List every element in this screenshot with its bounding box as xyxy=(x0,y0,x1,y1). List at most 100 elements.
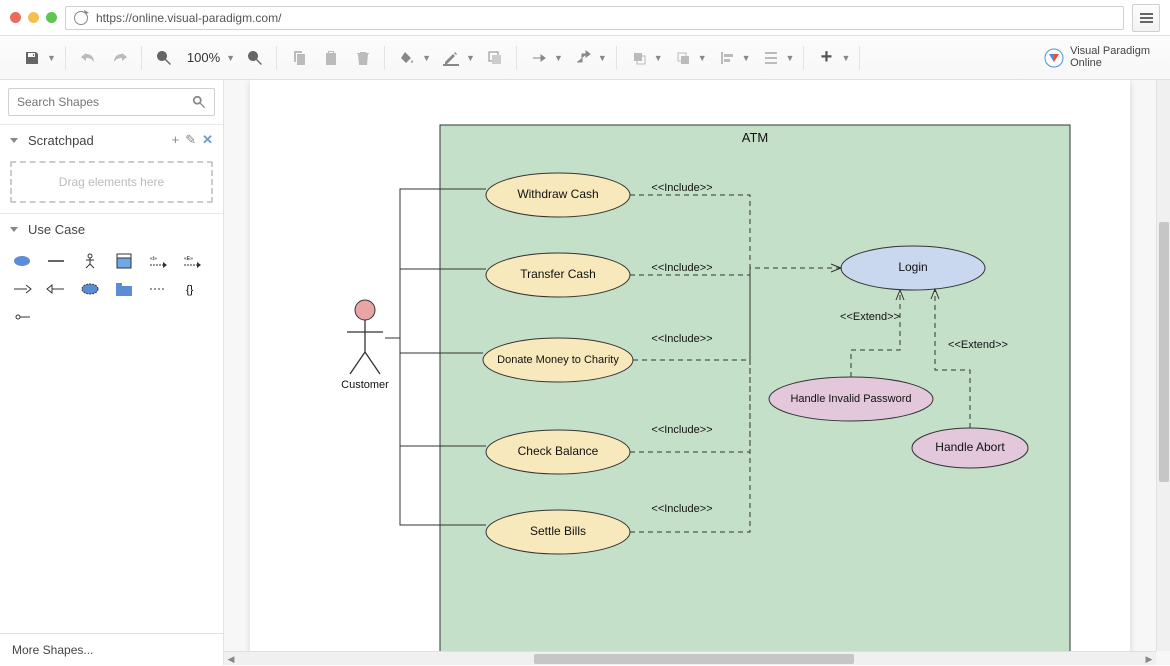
palette-dependency-shape[interactable] xyxy=(8,278,36,300)
brand-logo[interactable]: Visual ParadigmOnline xyxy=(1044,46,1160,69)
toolbar: ▼ 100% ▼ ▼ ▼ xyxy=(0,36,1170,80)
redo-button[interactable] xyxy=(108,46,132,70)
svg-text:«E»: «E» xyxy=(184,256,193,262)
scratchpad-close-icon[interactable]: ✕ xyxy=(202,132,213,148)
close-window[interactable] xyxy=(10,12,21,23)
drag-hint-text: Drag elements here xyxy=(59,175,164,189)
svg-text:Login: Login xyxy=(898,260,927,274)
align-dropdown[interactable]: ▼ xyxy=(742,53,751,63)
brand-subtitle: Online xyxy=(1070,58,1150,70)
svg-text:Donate Money to Charity: Donate Money to Charity xyxy=(497,354,619,366)
hamburger-menu[interactable] xyxy=(1132,4,1160,32)
zoom-dropdown[interactable]: ▼ xyxy=(226,53,235,63)
palette-collab-shape[interactable] xyxy=(76,278,104,300)
palette-include-shape[interactable]: «I» xyxy=(144,250,172,272)
chevron-down-icon xyxy=(10,138,18,143)
scratchpad-label: Scratchpad xyxy=(28,133,94,148)
save-dropdown[interactable]: ▼ xyxy=(47,53,56,63)
usecase-transfer[interactable]: Transfer Cash xyxy=(486,253,630,297)
diagram-page[interactable]: ATM Customer Withdraw Cash xyxy=(250,80,1130,665)
svg-text:Handle Invalid Password: Handle Invalid Password xyxy=(790,393,911,405)
url-bar[interactable]: https://online.visual-paradigm.com/ xyxy=(65,6,1124,30)
zoom-in-button[interactable] xyxy=(243,46,267,70)
palette-system-shape[interactable] xyxy=(110,250,138,272)
search-input[interactable] xyxy=(17,95,192,109)
usecase-withdraw[interactable]: Withdraw Cash xyxy=(486,173,630,217)
use-case-diagram: ATM Customer Withdraw Cash xyxy=(250,80,1130,665)
scratchpad-header[interactable]: Scratchpad + ✎ ✕ xyxy=(0,125,223,155)
svg-text:<<Include>>: <<Include>> xyxy=(651,424,712,436)
palette-extend-shape[interactable]: «E» xyxy=(178,250,206,272)
palette-package-shape[interactable] xyxy=(110,278,138,300)
distribute-dropdown[interactable]: ▼ xyxy=(786,53,795,63)
palette-constraint-shape[interactable]: {} xyxy=(178,278,206,300)
align-button[interactable] xyxy=(715,46,739,70)
scratchpad-add-icon[interactable]: + xyxy=(172,132,180,148)
palette-actor-shape[interactable] xyxy=(76,250,104,272)
back-dropdown[interactable]: ▼ xyxy=(698,53,707,63)
horizontal-scroll-thumb[interactable] xyxy=(534,654,854,664)
distribute-button[interactable] xyxy=(759,46,783,70)
palette-line-shape[interactable] xyxy=(42,250,70,272)
vertical-scrollbar[interactable] xyxy=(1156,80,1170,651)
front-dropdown[interactable]: ▼ xyxy=(654,53,663,63)
waypoint-dropdown[interactable]: ▼ xyxy=(598,53,607,63)
scratchpad-edit-icon[interactable]: ✎ xyxy=(185,132,196,148)
to-front-button[interactable] xyxy=(627,46,651,70)
undo-button[interactable] xyxy=(76,46,100,70)
search-shapes-box[interactable] xyxy=(8,88,215,116)
more-shapes-button[interactable]: More Shapes... xyxy=(0,633,223,665)
fill-dropdown[interactable]: ▼ xyxy=(422,53,431,63)
window-controls xyxy=(10,12,57,23)
add-dropdown[interactable]: ▼ xyxy=(841,53,850,63)
url-text: https://online.visual-paradigm.com/ xyxy=(96,11,281,25)
copy-button[interactable] xyxy=(287,46,311,70)
line-dropdown[interactable]: ▼ xyxy=(466,53,475,63)
scroll-right-icon[interactable]: ▶ xyxy=(1142,652,1156,666)
line-color-button[interactable] xyxy=(439,46,463,70)
usecase-login[interactable]: Login xyxy=(841,246,985,290)
usecase-donate[interactable]: Donate Money to Charity xyxy=(483,338,633,382)
zoom-out-button[interactable] xyxy=(152,46,176,70)
palette-ellipse-shape[interactable] xyxy=(8,250,36,272)
scroll-left-icon[interactable]: ◀ xyxy=(224,652,238,666)
add-button[interactable]: + xyxy=(814,46,838,70)
usecase-section-header[interactable]: Use Case xyxy=(0,214,223,244)
maximize-window[interactable] xyxy=(46,12,57,23)
brand-name: Visual Paradigm xyxy=(1070,46,1150,58)
palette-anchor-shape[interactable] xyxy=(8,306,36,328)
connector-style-button[interactable] xyxy=(527,46,551,70)
canvas-area[interactable]: ATM Customer Withdraw Cash xyxy=(224,80,1170,665)
palette-generalization-shape[interactable] xyxy=(42,278,70,300)
sidebar: Scratchpad + ✎ ✕ Drag elements here Use … xyxy=(0,80,224,665)
paste-button[interactable] xyxy=(319,46,343,70)
shadow-button[interactable] xyxy=(483,46,507,70)
svg-text:Withdraw Cash: Withdraw Cash xyxy=(517,187,598,201)
fill-color-button[interactable] xyxy=(395,46,419,70)
chevron-down-icon xyxy=(10,227,18,232)
svg-text:Settle Bills: Settle Bills xyxy=(530,524,586,538)
zoom-level[interactable]: 100% xyxy=(184,50,223,65)
horizontal-scrollbar[interactable]: ◀ ▶ xyxy=(224,651,1156,665)
vertical-scroll-thumb[interactable] xyxy=(1159,222,1169,482)
system-title: ATM xyxy=(742,130,768,145)
reload-icon[interactable] xyxy=(74,11,88,25)
usecase-balance[interactable]: Check Balance xyxy=(486,430,630,474)
svg-text:Check Balance: Check Balance xyxy=(518,444,599,458)
usecase-section-label: Use Case xyxy=(28,222,85,237)
to-back-button[interactable] xyxy=(671,46,695,70)
scratchpad-dropzone[interactable]: Drag elements here xyxy=(10,161,213,203)
palette-dashline-shape[interactable] xyxy=(144,278,172,300)
svg-text:<<Extend>>: <<Extend>> xyxy=(948,339,1008,351)
connector-dropdown[interactable]: ▼ xyxy=(554,53,563,63)
minimize-window[interactable] xyxy=(28,12,39,23)
actor-customer[interactable]: Customer xyxy=(341,300,389,391)
delete-button[interactable] xyxy=(351,46,375,70)
usecase-bills[interactable]: Settle Bills xyxy=(486,510,630,554)
save-button[interactable] xyxy=(20,46,44,70)
usecase-handle-abort[interactable]: Handle Abort xyxy=(912,428,1028,468)
waypoint-style-button[interactable] xyxy=(571,46,595,70)
search-icon[interactable] xyxy=(192,95,206,109)
usecase-invalid-password[interactable]: Handle Invalid Password xyxy=(769,377,933,421)
svg-text:Transfer Cash: Transfer Cash xyxy=(520,267,596,281)
